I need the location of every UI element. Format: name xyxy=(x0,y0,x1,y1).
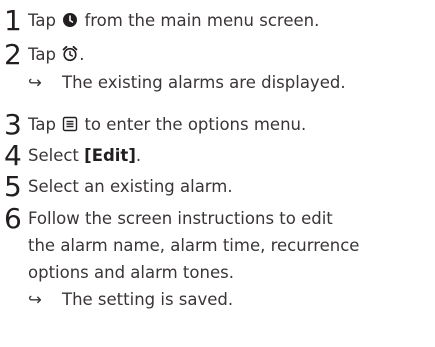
result-arrow-icon: ↪ xyxy=(28,290,42,309)
step-text-line: Follow the screen instructions to edit xyxy=(28,209,333,228)
step-result: The existing alarms are displayed. xyxy=(62,73,346,92)
step-text: Select [Edit]. xyxy=(28,146,142,165)
step-text: Tap to enter the options menu. xyxy=(28,115,307,134)
step-text: Tap from the main menu screen. xyxy=(28,11,320,30)
step-number: 5 xyxy=(4,170,22,203)
options-menu-icon xyxy=(62,116,78,132)
step-number: 4 xyxy=(4,139,22,172)
edit-option-label: [Edit] xyxy=(84,146,136,165)
alarm-clock-icon xyxy=(62,45,78,62)
step-text: Tap . xyxy=(28,45,85,64)
alarm-app-icon xyxy=(63,13,78,27)
step-number: 1 xyxy=(4,4,22,37)
step-text-line: the alarm name, alarm time, recurrence xyxy=(28,236,360,255)
step-text-line: options and alarm tones. xyxy=(28,263,234,282)
step-number: 3 xyxy=(4,108,22,141)
step-result: The setting is saved. xyxy=(62,290,234,309)
step-number: 2 xyxy=(4,38,22,71)
instruction-steps: 1 Tap from the main menu screen. 2 Tap .… xyxy=(0,0,435,347)
step-text: Select an existing alarm. xyxy=(28,177,233,196)
result-arrow-icon: ↪ xyxy=(28,73,42,92)
step-number: 6 xyxy=(4,202,22,235)
